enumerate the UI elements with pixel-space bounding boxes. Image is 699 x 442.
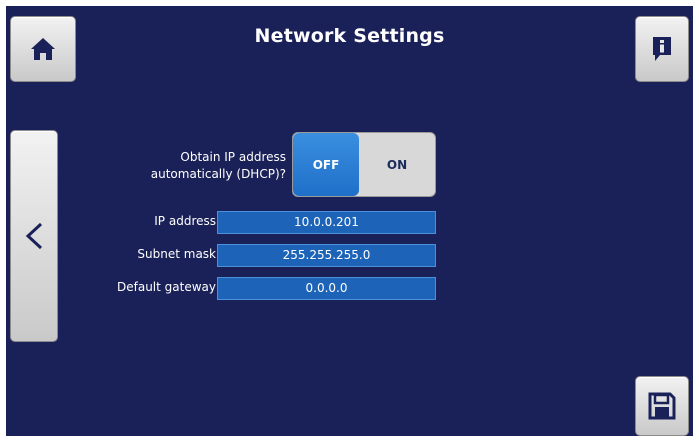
dhcp-label-line2: automatically (DHCP)? [150, 167, 286, 181]
home-icon [30, 36, 56, 62]
back-button[interactable] [10, 130, 58, 342]
info-button[interactable] [635, 16, 689, 82]
info-icon [651, 35, 673, 63]
page-title: Network Settings [254, 25, 445, 47]
subnet-mask-label: Subnet mask [137, 247, 216, 261]
home-button[interactable] [10, 16, 76, 82]
dhcp-label-line1: Obtain IP address [180, 150, 286, 164]
default-gateway-label: Default gateway [117, 280, 216, 294]
dhcp-toggle[interactable]: OFF ON [292, 132, 436, 197]
network-settings-screen: Network Settings Obtain IP address autom… [6, 6, 693, 436]
ip-address-field[interactable]: 10.0.0.201 [217, 211, 436, 234]
default-gateway-field[interactable]: 0.0.0.0 [217, 277, 436, 300]
ip-address-label: IP address [154, 214, 216, 228]
save-icon [648, 392, 676, 420]
dhcp-on-option[interactable]: ON [359, 133, 435, 196]
subnet-mask-field[interactable]: 255.255.255.0 [217, 244, 436, 267]
save-button[interactable] [635, 376, 689, 436]
dhcp-label: Obtain IP address automatically (DHCP)? [126, 149, 286, 183]
dhcp-off-option[interactable]: OFF [293, 133, 359, 196]
back-chevron-icon [23, 221, 45, 251]
